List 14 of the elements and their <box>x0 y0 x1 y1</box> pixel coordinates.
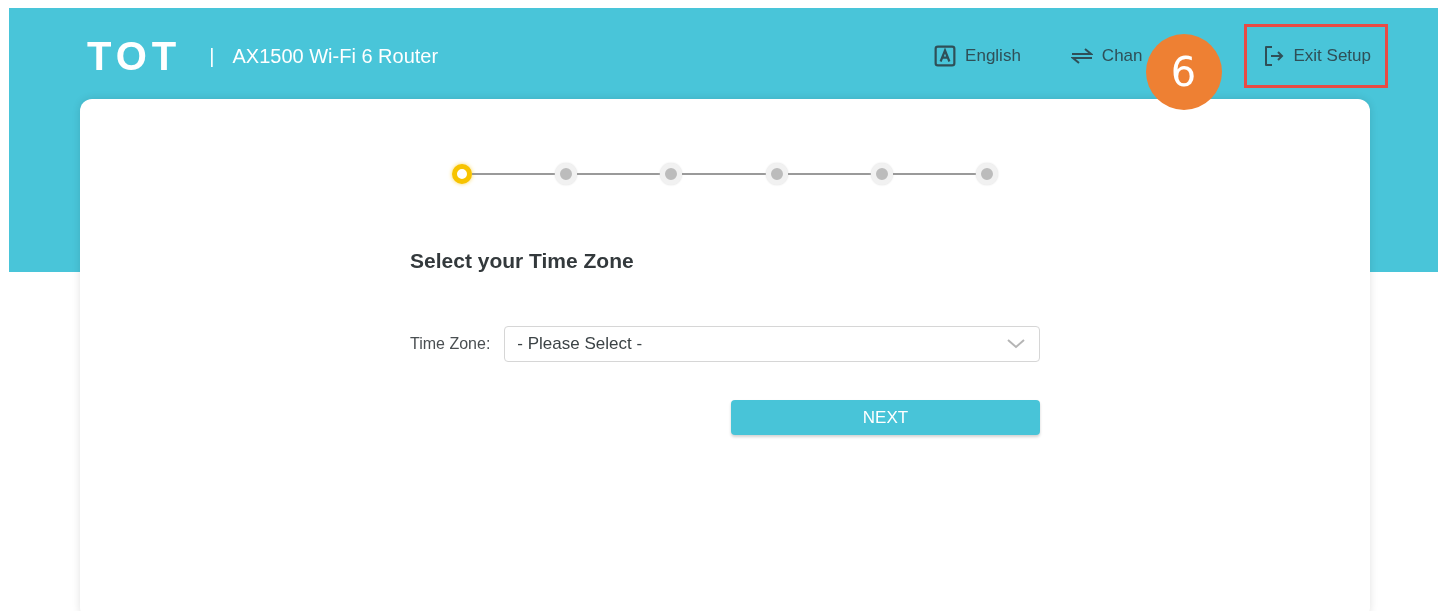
logo: TOT <box>87 33 182 79</box>
change-button[interactable]: Chan <box>1067 24 1146 88</box>
field-label: Time Zone: <box>410 335 491 353</box>
swap-arrows-icon <box>1070 45 1093 67</box>
language-button[interactable]: English <box>931 24 1024 88</box>
page-title: Select your Time Zone <box>410 249 635 273</box>
separator: | <box>209 44 215 68</box>
product-name: AX1500 Wi-Fi 6 Router <box>232 44 439 68</box>
chevron-down-icon <box>1007 339 1025 349</box>
letter-a-icon <box>934 45 957 67</box>
exit-setup-button[interactable]: Exit Setup <box>1243 24 1388 88</box>
step-number-badge: 6 <box>1145 34 1222 110</box>
exit-icon <box>1262 45 1285 67</box>
time-zone-dropdown[interactable]: - Please Select - <box>504 326 1040 362</box>
